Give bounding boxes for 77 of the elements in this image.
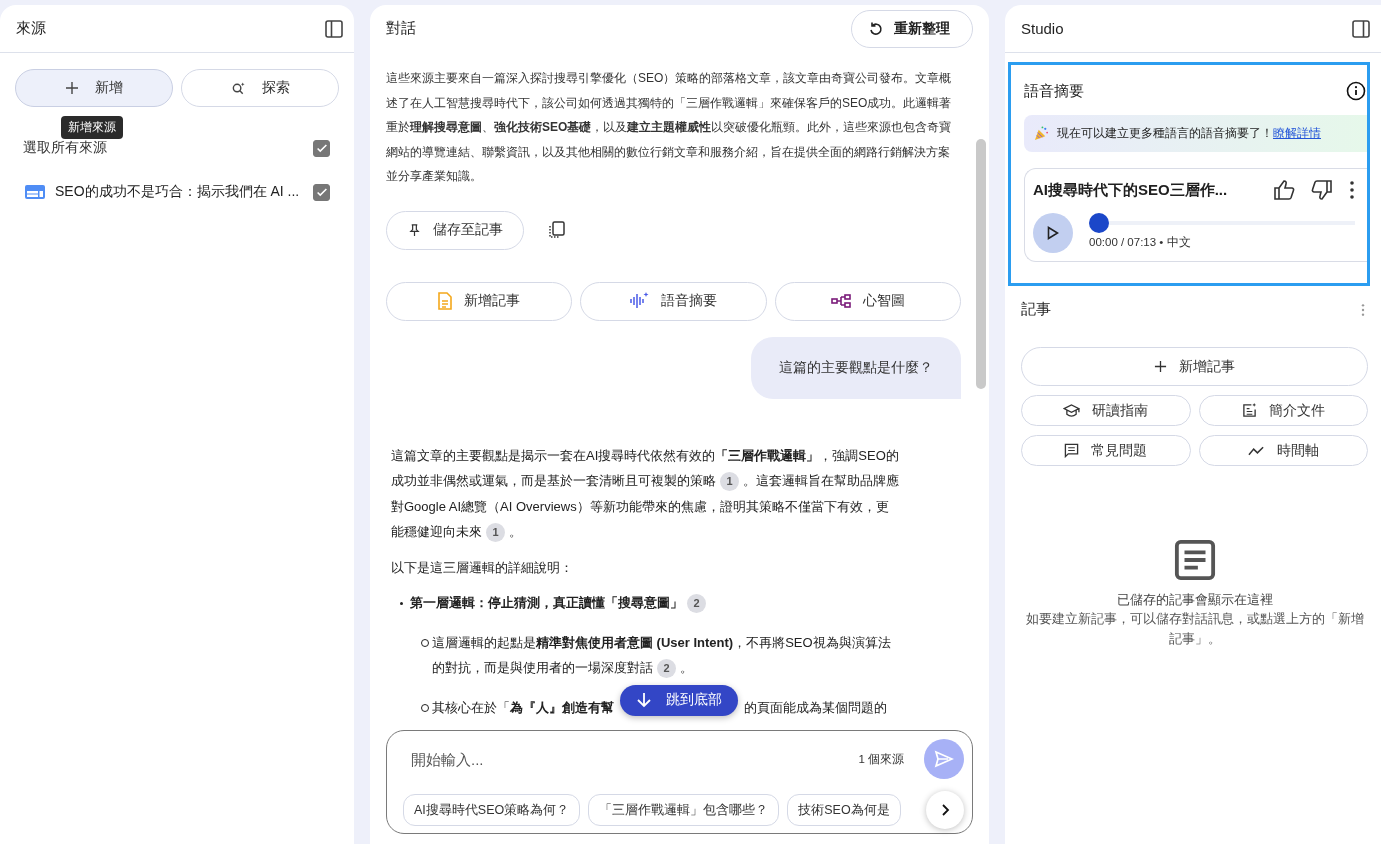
document-icon (438, 292, 453, 310)
user-message: 這篇的主要觀點是什麼？ (751, 336, 961, 399)
list-item-text: 第一層邏輯：停止猜測，真正讀懂「搜尋意圖」 2 (410, 590, 710, 616)
list-item-text: 的頁面能成為某個問題的 (744, 698, 887, 717)
graduation-cap-icon (1063, 404, 1081, 417)
summary-text: 這些來源主要來自一篇深入探討搜尋引擎優化（SEO）策略的部落格文章，該文章由奇寶公司發布。文章概述了在人工智慧搜尋時代下，該公司如何透過其獨特的「三層作戰邏輯」來確保客戶的SEO成功。此邏輯著重於理解搜尋意圖、強化技術SEO基礎，以及建立主題權威性以突破優化瓶頸。此外，這些來源也包含奇寶網站的導覽連結、聯繫資訊，以及其他相關的數位行銷文章和服務介紹，旨在提供全面的網路行銷解決方案並分享產業知識。 (386, 70, 953, 185)
next-button[interactable] (926, 791, 964, 829)
search-icon (230, 80, 246, 96)
send-icon (934, 749, 954, 769)
tooltip: 新增來源 (61, 116, 123, 139)
note-tool-button[interactable]: 時間軸 (1198, 435, 1368, 466)
list-item-text: 這層邏輯的起點是精準對焦使用者意圖 (User Intent)，不再將SEO視為與演算法的對抗，而是與使用者的一場深度對話 2 。 (432, 629, 901, 681)
slider-thumb[interactable] (1089, 213, 1109, 233)
play-icon (1047, 226, 1059, 240)
save-to-note-button[interactable]: 儲存至記事 (386, 210, 524, 250)
sound-wave-icon (629, 292, 650, 310)
plus-icon (65, 81, 79, 95)
suggestion-chip[interactable]: 「三層作戰邏輯」包含哪些？ (588, 794, 780, 826)
section-title: 記事 (1021, 300, 1051, 319)
panel-title: Studio (1021, 20, 1064, 37)
checkbox[interactable] (313, 183, 330, 201)
copy-icon[interactable] (548, 221, 566, 239)
citation-chip[interactable]: 1 (720, 472, 739, 492)
add-source-button[interactable]: 新增 (15, 69, 173, 107)
note-tool-button[interactable]: 研讀指南 (1021, 395, 1191, 426)
note-tool-button[interactable]: 簡介文件 (1198, 395, 1368, 426)
action-button[interactable]: 心智圖 (774, 281, 961, 321)
thumbs-down-icon[interactable] (1311, 179, 1333, 201)
audio-time: 00:00 / 07:13 • 中文 (1089, 235, 1192, 250)
more-icon[interactable] (1349, 180, 1355, 200)
action-button[interactable]: 新增記事 (386, 281, 573, 321)
thumbs-up-icon[interactable] (1273, 179, 1295, 201)
line-chart-icon (1247, 445, 1265, 456)
select-all-label: 選取所有來源 (23, 139, 108, 157)
citation-chip[interactable]: 2 (687, 594, 706, 614)
jump-to-bottom-button[interactable]: 跳到底部 (620, 684, 738, 716)
banner-text: 現在可以建立更多種語言的語音摘要了！瞭解詳情 (1057, 126, 1321, 141)
add-note-button[interactable]: 新增記事 (1021, 347, 1368, 386)
refresh-button[interactable]: 重新整理 (851, 9, 973, 48)
note-tool-button[interactable]: 常見問題 (1021, 435, 1191, 466)
suggestion-chip[interactable]: AI搜尋時代SEO策略為何？ (403, 794, 581, 826)
refresh-icon (868, 20, 884, 37)
action-button[interactable]: 語音摘要 (580, 281, 767, 321)
section-title: 語音摘要 (1024, 81, 1084, 101)
empty-state-text: 如要建立新記事，可以儲存對話訊息，或點選上方的「新增記事」。 (1024, 611, 1365, 648)
panel-title: 來源 (16, 19, 46, 38)
party-popper-icon (1034, 126, 1049, 141)
answer-paragraph: 這篇文章的主要觀點是揭示一套在AI搜尋時代依然有效的「三層作戰邏輯」，強調SEO的成功並非偶然或運氣，而是基於一套清晰且可複製的策略 1 。這套邏輯旨在幫助品牌應對Google AI總覽（AI Overviews）等新功能帶來的焦慮，證明其策略不僅當下有效，更能穩健迎向未來 1 。 (391, 442, 901, 545)
empty-state-title: 已儲存的記事會顯示在這裡 (1116, 591, 1273, 609)
citation-chip[interactable]: 2 (657, 659, 676, 679)
suggestion-chip[interactable]: 技術SEO為何是 (787, 794, 901, 826)
plus-icon (1154, 360, 1167, 373)
checkbox[interactable] (313, 139, 330, 157)
panel-title: 對話 (386, 19, 416, 38)
document-icon (1241, 403, 1257, 418)
bullet-icon (400, 602, 403, 605)
info-icon[interactable] (1346, 81, 1366, 101)
chevron-right-icon (939, 804, 951, 816)
web-page-icon (25, 185, 45, 199)
play-button[interactable] (1033, 213, 1073, 253)
sidebar-toggle-icon[interactable] (324, 18, 344, 39)
list-item-text: 其核心在於「為『人』創造有幫 (432, 698, 614, 717)
answer-paragraph: 以下是這三層邏輯的詳細說明： (391, 558, 574, 577)
down-arrow-icon (636, 692, 652, 709)
pin-icon (407, 223, 421, 237)
sidebar-toggle-icon[interactable] (1351, 18, 1371, 39)
chat-input[interactable]: 開始輸入... (403, 744, 849, 774)
mind-map-icon (830, 294, 851, 308)
discover-button[interactable]: 探索 (181, 69, 339, 107)
scrollbar-thumb[interactable] (976, 139, 986, 389)
audio-title: AI搜尋時代下的SEO三層作... (1033, 180, 1229, 200)
source-count: 1 個來源 (858, 751, 904, 767)
citation-chip[interactable]: 1 (486, 523, 505, 543)
chat-bubble-icon (1064, 443, 1080, 458)
source-title[interactable]: SEO的成功不是巧合：揭示我們在 AI ... (55, 183, 303, 201)
learn-more-link[interactable]: 瞭解詳情 (1273, 127, 1321, 139)
note-icon (1173, 539, 1216, 581)
